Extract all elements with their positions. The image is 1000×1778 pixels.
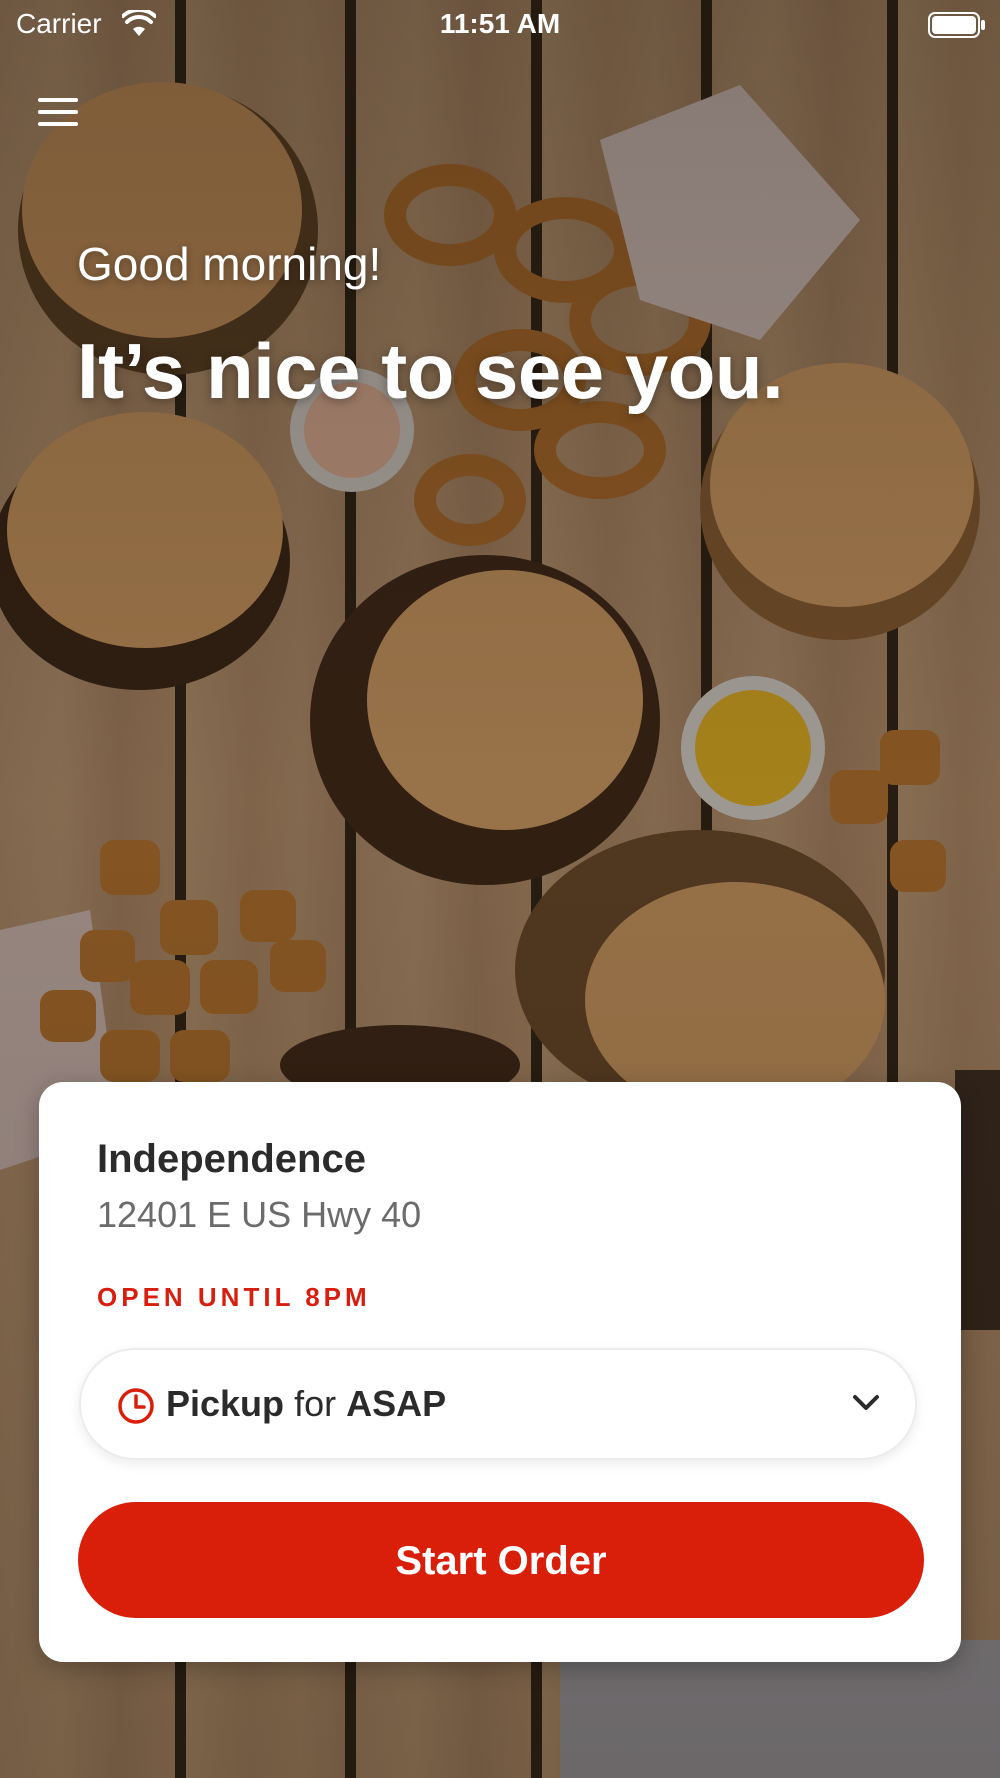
order-time-label: ASAP bbox=[346, 1383, 447, 1424]
location-card: Independence 12401 E US Hwy 40 OPEN UNTI… bbox=[39, 1082, 961, 1662]
order-type-selector[interactable]: Pickup for ASAP bbox=[79, 1348, 917, 1460]
chevron-down-icon bbox=[853, 1395, 879, 1410]
welcome-headline: It’s nice to see you. bbox=[77, 327, 784, 415]
store-hours-status: OPEN UNTIL 8PM bbox=[97, 1282, 371, 1312]
menu-button[interactable] bbox=[30, 88, 86, 136]
order-mode-label: Pickup bbox=[166, 1383, 285, 1424]
status-time: 11:51 AM bbox=[439, 8, 561, 39]
greeting-text: Good morning! bbox=[77, 238, 382, 290]
store-name[interactable]: Independence bbox=[97, 1137, 366, 1182]
hamburger-menu-icon bbox=[38, 98, 78, 126]
store-address: 12401 E US Hwy 40 bbox=[97, 1194, 422, 1235]
start-order-button[interactable]: Start Order bbox=[78, 1502, 924, 1618]
status-bar: Carrier 11:51 AM bbox=[0, 0, 1000, 50]
clock-icon bbox=[118, 1388, 154, 1424]
battery-full-icon bbox=[928, 12, 985, 38]
order-type-summary: Pickup for ASAP bbox=[166, 1382, 446, 1426]
order-connector-label: for bbox=[294, 1383, 337, 1424]
